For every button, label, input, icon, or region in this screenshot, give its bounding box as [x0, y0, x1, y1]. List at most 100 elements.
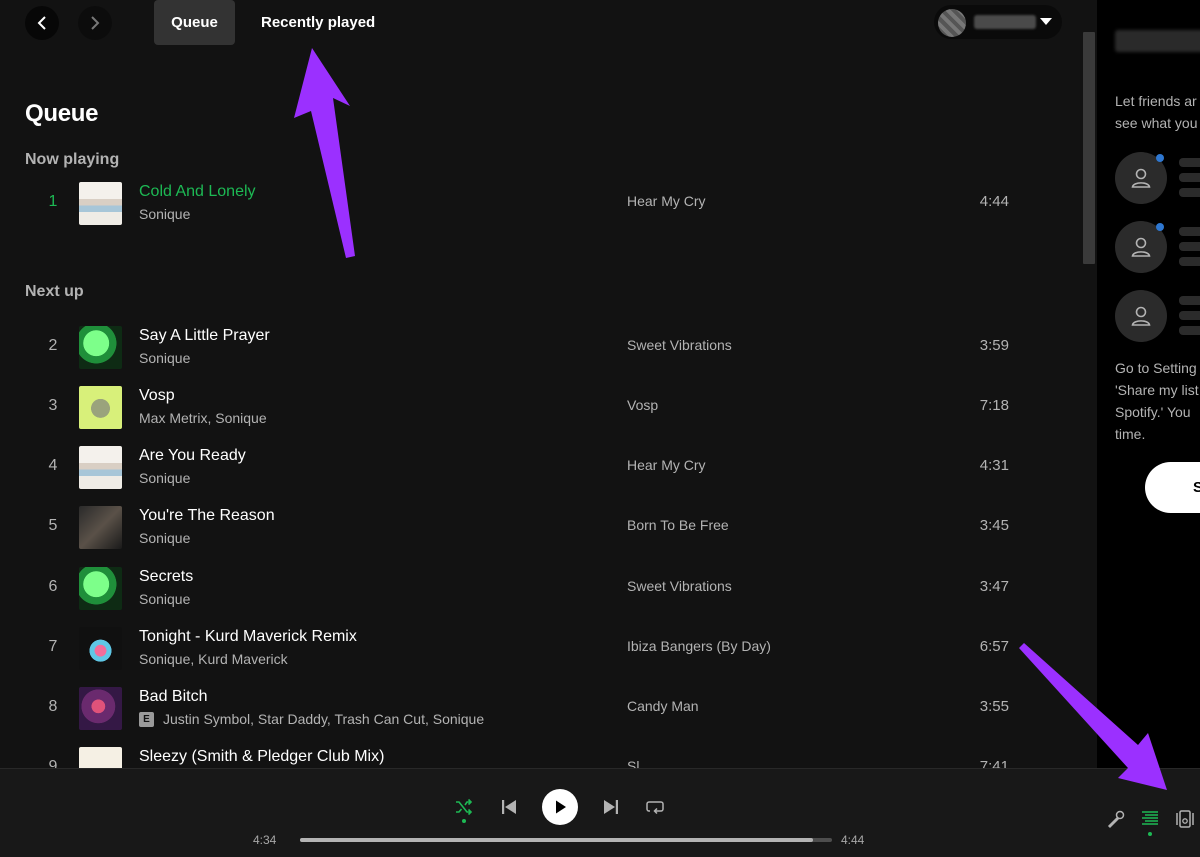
track-title[interactable]: Are You Ready: [139, 447, 246, 465]
user-icon: [1131, 168, 1151, 188]
track-duration: 3:59: [979, 337, 1009, 354]
queue-row[interactable]: 9 Sleezy (Smith & Pledger Club Mix) Sl 7:41: [25, 740, 1025, 768]
album-art: [79, 747, 122, 768]
album-art: [79, 386, 122, 429]
avatar: [938, 9, 966, 37]
track-album[interactable]: Sweet Vibrations: [627, 578, 732, 594]
track-artist-text[interactable]: Sonique: [139, 206, 190, 222]
track-artist[interactable]: Sonique: [139, 591, 190, 607]
track-album[interactable]: Hear My Cry: [627, 457, 706, 473]
track-artist[interactable]: Sonique: [139, 206, 190, 222]
progress-bar[interactable]: [300, 838, 832, 842]
queue-row[interactable]: 7 Tonight - Kurd Maverick Remix Sonique, K…: [25, 620, 1025, 678]
next-button[interactable]: [599, 795, 623, 819]
tab-recently-played[interactable]: Recently played: [243, 0, 393, 45]
track-album[interactable]: Sl: [627, 758, 639, 768]
explicit-badge: E: [139, 711, 154, 727]
track-album[interactable]: Ibiza Bangers (By Day): [627, 638, 771, 654]
connect-device-button[interactable]: [1172, 807, 1198, 831]
microphone-icon: [1107, 810, 1125, 829]
track-album[interactable]: Candy Man: [627, 698, 699, 714]
scrollbar[interactable]: [1083, 32, 1095, 264]
now-playing-row[interactable]: 1 Cold And Lonely Sonique Hear My Cry 4:…: [25, 175, 1025, 233]
track-duration: 3:55: [979, 698, 1009, 715]
play-button[interactable]: [542, 789, 578, 825]
track-artist-text[interactable]: Sonique: [139, 530, 190, 546]
track-album[interactable]: Vosp: [627, 397, 658, 413]
queue-row[interactable]: 8 Bad Bitch E Justin Symbol, Star Daddy, Tr…: [25, 680, 1025, 738]
track-title[interactable]: Say A Little Prayer: [139, 327, 270, 345]
track-number: 4: [48, 457, 58, 474]
page-title: Queue: [25, 100, 99, 127]
track-title[interactable]: Secrets: [139, 568, 193, 586]
track-duration: 3:47: [979, 578, 1009, 595]
track-title[interactable]: Vosp: [139, 387, 175, 405]
current-time: 4:34: [253, 833, 277, 847]
track-album[interactable]: Hear My Cry: [627, 193, 706, 209]
main-view: Queue Recently played Queue Now playing …: [0, 0, 1097, 768]
track-artist-text[interactable]: Justin Symbol, Star Daddy, Trash Can Cut…: [163, 711, 484, 727]
friends-text-line: Spotify.' You: [1115, 404, 1191, 420]
track-title[interactable]: Tonight - Kurd Maverick Remix: [139, 628, 357, 646]
lyrics-button[interactable]: [1104, 807, 1128, 831]
track-title[interactable]: Sleezy (Smith & Pledger Club Mix): [139, 748, 384, 766]
track-artist-text[interactable]: Sonique: [139, 350, 190, 366]
track-album[interactable]: Sweet Vibrations: [627, 337, 732, 353]
track-duration: 4:44: [979, 193, 1009, 210]
album-art: [79, 687, 122, 730]
chevron-left-icon: [37, 16, 46, 30]
settings-button[interactable]: S: [1145, 462, 1200, 513]
track-number: 3: [48, 397, 58, 414]
track-title[interactable]: Bad Bitch: [139, 688, 207, 706]
tab-queue[interactable]: Queue: [154, 0, 235, 45]
caret-down-icon: [1040, 18, 1052, 25]
friend-placeholder: [1115, 152, 1200, 204]
track-artist-text[interactable]: Sonique: [139, 470, 190, 486]
forward-button[interactable]: [78, 6, 112, 40]
friend-placeholder: [1115, 290, 1200, 342]
track-album[interactable]: Born To Be Free: [627, 517, 729, 533]
skip-forward-icon: [604, 800, 618, 814]
repeat-button[interactable]: [643, 795, 667, 819]
back-button[interactable]: [25, 6, 59, 40]
queue-button[interactable]: [1138, 807, 1162, 831]
shuffle-icon: [456, 798, 473, 816]
track-artist[interactable]: Sonique, Kurd Maverick: [139, 651, 288, 667]
track-artist[interactable]: Sonique: [139, 530, 190, 546]
track-number: 6: [48, 578, 58, 595]
track-artist-text[interactable]: Max Metrix, Sonique: [139, 410, 267, 426]
queue-row[interactable]: 2 Say A Little Prayer Sonique Sweet Vibrati…: [25, 319, 1025, 377]
track-artist[interactable]: Sonique: [139, 350, 190, 366]
friend-activity-panel: Let friends ar see what you Go to Setting…: [1097, 0, 1200, 768]
track-number: 2: [48, 337, 58, 354]
track-number: 5: [48, 517, 58, 534]
shuffle-button[interactable]: [452, 795, 476, 819]
track-artist-text[interactable]: Sonique: [139, 591, 190, 607]
queue-row[interactable]: 4 Are You Ready Sonique Hear My Cry 4:31: [25, 439, 1025, 497]
user-name-blurred: [974, 15, 1036, 29]
track-number: 1: [48, 193, 58, 210]
user-icon: [1131, 306, 1151, 326]
total-time: 4:44: [841, 833, 865, 847]
progress-fill: [300, 838, 814, 842]
friends-intro-text: Let friends ar see what you: [1115, 90, 1200, 134]
friends-hint-text: Go to Setting 'Share my list Spotify.' You…: [1115, 357, 1200, 445]
track-duration: 4:31: [979, 457, 1009, 474]
friends-text-line: 'Share my list: [1115, 382, 1199, 398]
skip-back-icon: [502, 800, 516, 814]
track-artist[interactable]: Max Metrix, Sonique: [139, 410, 267, 426]
track-artist[interactable]: Sonique: [139, 470, 190, 486]
track-artist[interactable]: E Justin Symbol, Star Daddy, Trash Can Cu…: [139, 711, 484, 727]
queue-row[interactable]: 5 You're The Reason Sonique Born To Be Free…: [25, 499, 1025, 557]
friends-text-line: Go to Setting: [1115, 360, 1197, 376]
previous-button[interactable]: [497, 795, 521, 819]
track-duration: 6:57: [979, 638, 1009, 655]
queue-row[interactable]: 6 Secrets Sonique Sweet Vibrations 3:47: [25, 560, 1025, 618]
queue-row[interactable]: 3 Vosp Max Metrix, Sonique Vosp 7:18: [25, 379, 1025, 437]
track-title[interactable]: You're The Reason: [139, 507, 275, 525]
user-menu-button[interactable]: [934, 5, 1062, 39]
friend-activity-title-blurred: [1115, 30, 1200, 52]
track-duration: 3:45: [979, 517, 1009, 534]
track-artist-text[interactable]: Sonique, Kurd Maverick: [139, 651, 288, 667]
track-title[interactable]: Cold And Lonely: [139, 183, 256, 201]
